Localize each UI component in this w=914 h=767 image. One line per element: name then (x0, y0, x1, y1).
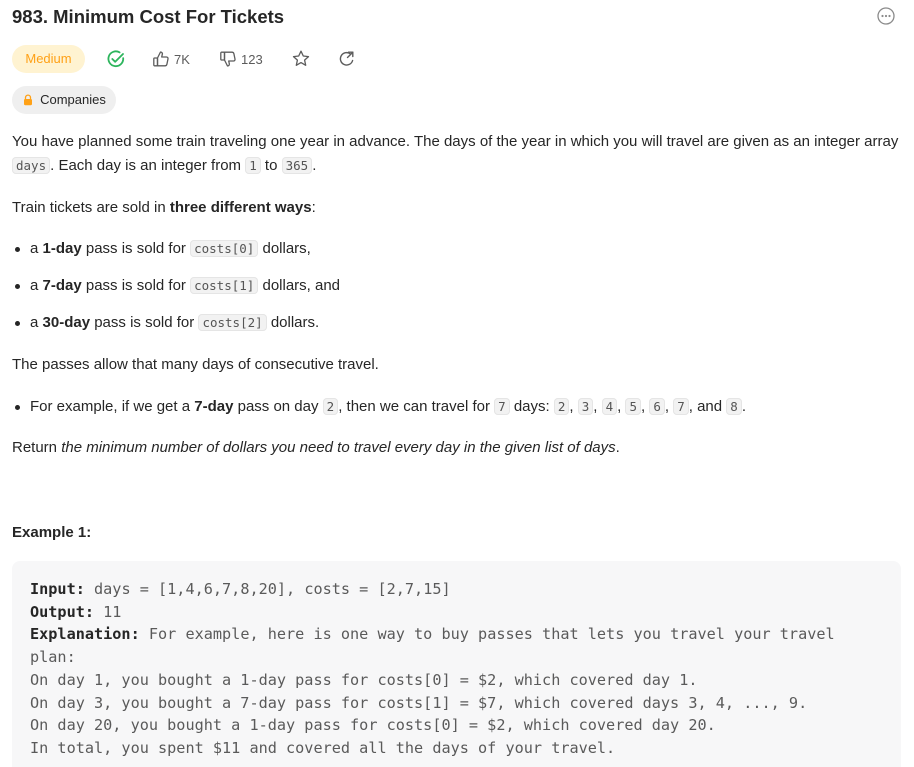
dislike-count: 123 (241, 51, 263, 67)
inline-code: 2 (322, 398, 339, 415)
inline-code: 5 (625, 398, 641, 415)
example-content: Input: days = [1,4,6,7,8,20], costs = [2… (30, 580, 835, 757)
like-button[interactable]: 7K (152, 48, 190, 70)
like-count: 7K (174, 51, 190, 67)
solved-check-icon (107, 50, 125, 68)
inline-code: 7 (673, 398, 689, 415)
inline-code: days (12, 157, 51, 174)
inline-code: 1 (245, 157, 261, 174)
problem-description-panel: 983. Minimum Cost For Tickets Medium 7K … (0, 0, 914, 767)
share-icon[interactable] (337, 49, 357, 69)
description-return: Return the minimum number of dollars you… (12, 439, 620, 456)
problem-title[interactable]: 983. Minimum Cost For Tickets (12, 5, 284, 29)
companies-tag[interactable]: Companies (12, 86, 116, 114)
more-icon[interactable] (877, 7, 895, 25)
list-item: a 30-day pass is sold for costs[2] dolla… (12, 311, 319, 335)
inline-code: 2 (553, 398, 570, 415)
description-consecutive: The passes allow that many days of conse… (12, 356, 379, 373)
inline-code: 3 (577, 398, 594, 415)
inline-code: costs[1] (190, 277, 259, 294)
inline-code: 4 (601, 398, 618, 415)
list-item: a 1-day pass is sold for costs[0] dollar… (12, 237, 311, 261)
lock-icon (24, 94, 33, 106)
inline-code: costs[0] (190, 240, 259, 257)
inline-code: 6 (649, 398, 665, 415)
description-intro: You have planned some train traveling on… (12, 133, 899, 174)
example-block: Input: days = [1,4,6,7,8,20], costs = [2… (12, 561, 901, 767)
inline-code: 8 (726, 398, 742, 415)
thumbs-down-icon (220, 51, 236, 67)
companies-label: Companies (40, 92, 106, 107)
inline-code: 7 (494, 398, 510, 415)
example-heading: Example 1: (12, 524, 92, 541)
dislike-button[interactable]: 123 (219, 48, 263, 70)
star-icon[interactable] (291, 49, 311, 69)
difficulty-badge: Medium (12, 45, 85, 73)
inline-code: costs[2] (198, 314, 267, 331)
list-item: a 7-day pass is sold for costs[1] dollar… (12, 274, 340, 298)
problem-meta-row: Medium 7K 123 (12, 45, 412, 73)
inline-code: 365 (281, 157, 313, 174)
description-ways: Train tickets are sold in three differen… (12, 199, 316, 216)
list-item: For example, if we get a 7-day pass on d… (12, 395, 746, 419)
thumbs-up-icon (153, 51, 169, 67)
